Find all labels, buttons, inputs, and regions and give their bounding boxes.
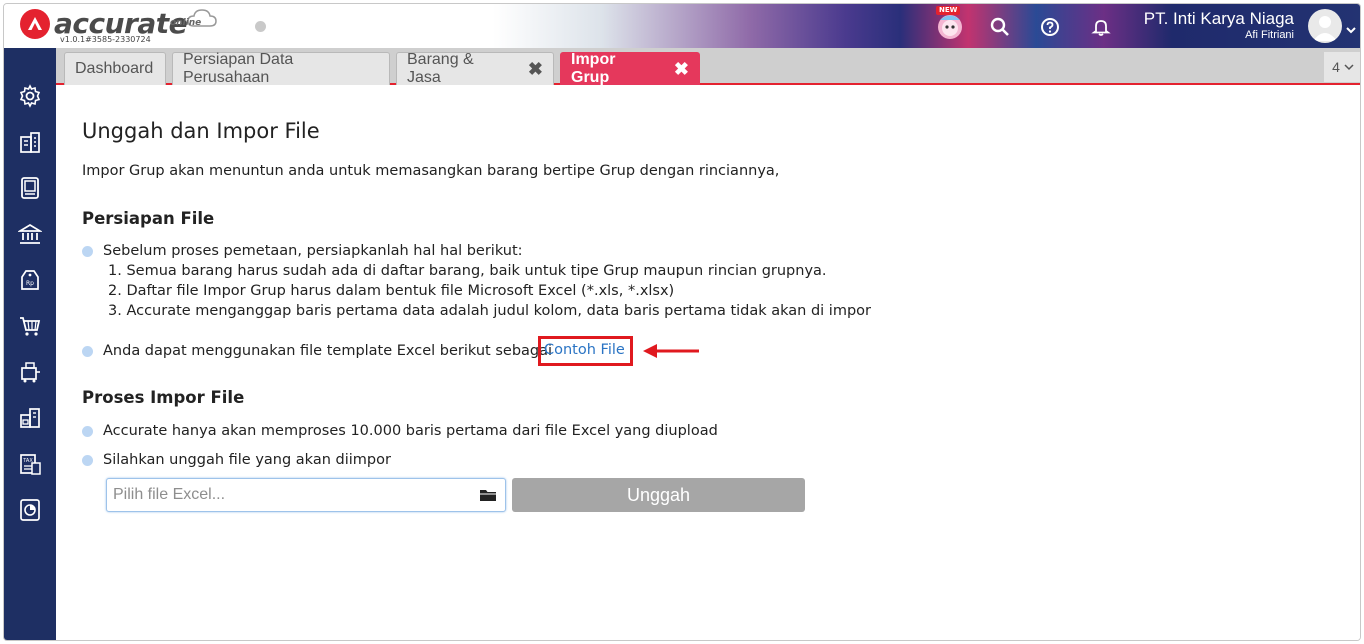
price-tag-icon[interactable]: Rp bbox=[16, 266, 44, 294]
page-title: Unggah dan Impor File bbox=[82, 119, 320, 143]
list-item: Anda dapat menggunakan file template Exc… bbox=[82, 341, 552, 361]
list-item: Accurate hanya akan memproses 10.000 bar… bbox=[82, 421, 718, 441]
arrow-left-icon bbox=[643, 344, 699, 358]
file-input-placeholder: Pilih file Excel... bbox=[113, 486, 226, 503]
user-name: Afi Fitriani bbox=[1245, 29, 1294, 41]
brand-suffix: online bbox=[170, 18, 202, 28]
chevron-down-icon bbox=[1344, 64, 1354, 71]
building-icon[interactable] bbox=[16, 128, 44, 156]
tab-label: Dashboard bbox=[75, 60, 154, 77]
svg-text:Rp: Rp bbox=[26, 280, 34, 287]
bullet-text: Accurate hanya akan memproses 10.000 bar… bbox=[103, 423, 718, 439]
sample-file-link[interactable]: Contoh File bbox=[544, 342, 625, 358]
upload-button[interactable]: Unggah bbox=[512, 478, 805, 512]
step-item: 2. Daftar file Impor Grup harus dalam be… bbox=[108, 283, 675, 299]
tab-label: Impor Grup bbox=[571, 51, 616, 86]
file-input[interactable]: Pilih file Excel... bbox=[106, 478, 506, 512]
tab-persiapan-data-perusahaan[interactable]: Persiapan Data Perusahaan bbox=[172, 51, 390, 86]
warehouse-icon[interactable] bbox=[16, 404, 44, 432]
close-icon[interactable]: ✖ bbox=[674, 59, 689, 80]
intro-text: Impor Grup akan menuntun anda untuk mema… bbox=[82, 163, 780, 179]
tab-strip: Dashboard Persiapan Data Perusahaan Bara… bbox=[56, 48, 1360, 86]
bullet-dot bbox=[82, 246, 93, 257]
upload-button-label: Unggah bbox=[626, 484, 691, 505]
main-content: Unggah dan Impor File Impor Grup akan me… bbox=[56, 85, 1360, 640]
logo-mark-icon bbox=[20, 9, 50, 39]
tax-icon[interactable]: TAX bbox=[16, 450, 44, 478]
version-label: v1.0.1#3585-2330724 bbox=[60, 35, 151, 44]
bell-icon[interactable] bbox=[1088, 14, 1114, 40]
bank-icon[interactable] bbox=[16, 220, 44, 248]
close-icon[interactable]: ✖ bbox=[528, 59, 543, 80]
report-icon[interactable] bbox=[16, 496, 44, 524]
bullet-text: Sebelum proses pemetaan, persiapkanlah h… bbox=[103, 243, 523, 259]
step-item: 3. Accurate menganggap baris pertama dat… bbox=[108, 303, 871, 319]
gear-icon[interactable] bbox=[16, 82, 44, 110]
tab-barang-jasa[interactable]: Barang & Jasa ✖ bbox=[396, 51, 554, 86]
company-info[interactable]: PT. Inti Karya Niaga Afi Fitriani bbox=[1144, 9, 1294, 42]
chevron-down-icon[interactable] bbox=[1345, 20, 1357, 39]
cart-icon[interactable] bbox=[16, 312, 44, 340]
tab-count-dropdown[interactable]: 4 bbox=[1324, 52, 1360, 82]
section-title-proses: Proses Impor File bbox=[82, 388, 245, 407]
avatar[interactable] bbox=[1308, 9, 1342, 43]
purchase-icon[interactable] bbox=[16, 358, 44, 386]
step-item: 1. Semua barang harus sudah ada di dafta… bbox=[108, 263, 827, 279]
bullet-dot bbox=[82, 346, 93, 357]
app-window: accurate online v1.0.1#3585-2330724 NEW bbox=[3, 3, 1361, 641]
book-icon[interactable] bbox=[16, 174, 44, 202]
list-item: Sebelum proses pemetaan, persiapkanlah h… bbox=[82, 241, 523, 261]
tab-dashboard[interactable]: Dashboard bbox=[64, 52, 166, 85]
section-title-persiapan: Persiapan File bbox=[82, 209, 215, 228]
list-item: Silahkan unggah file yang akan diimpor bbox=[82, 450, 391, 470]
bullet-text: Anda dapat menggunakan file template Exc… bbox=[103, 343, 553, 359]
search-icon[interactable] bbox=[987, 14, 1013, 40]
bullet-dot bbox=[82, 455, 93, 466]
bullet-text: Silahkan unggah file yang akan diimpor bbox=[103, 452, 391, 468]
tab-label: Persiapan Data Perusahaan bbox=[183, 51, 294, 86]
help-icon[interactable] bbox=[1037, 14, 1063, 40]
tab-impor-grup[interactable]: Impor Grup ✖ bbox=[560, 51, 700, 86]
bullet-dot bbox=[82, 426, 93, 437]
new-badge: NEW bbox=[936, 6, 961, 15]
status-dot bbox=[255, 21, 266, 32]
company-name: PT. Inti Karya Niaga bbox=[1143, 9, 1294, 28]
tab-label: Barang & Jasa bbox=[407, 51, 474, 86]
left-sidebar: Rp TAX bbox=[4, 48, 56, 640]
top-header: accurate online v1.0.1#3585-2330724 NEW bbox=[4, 4, 1360, 48]
tab-count: 4 bbox=[1332, 59, 1340, 75]
folder-icon[interactable] bbox=[479, 487, 497, 503]
